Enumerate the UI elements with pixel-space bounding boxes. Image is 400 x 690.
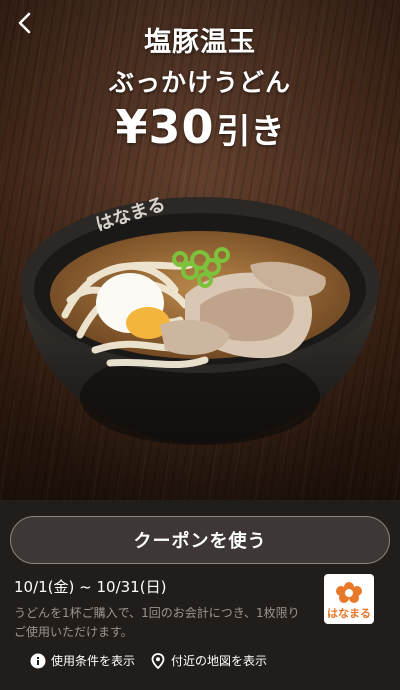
coupon-title-line1: 塩豚温玉: [144, 27, 256, 58]
validity-period: 10/1(金) ~ 10/31(日): [14, 578, 167, 596]
coupon-title-line2: ぶっかけうどん: [108, 68, 291, 97]
location-pin-icon: [150, 652, 166, 669]
coupon-screen: 塩豚温玉 ぶっかけうどん ¥30引き はなまる クーポンを使う 10/1(金) …: [0, 0, 400, 690]
discount-label: ¥30引き: [0, 100, 400, 154]
info-icon: [30, 653, 46, 669]
udon-bowl-image: はなまる: [0, 185, 400, 485]
show-map-link[interactable]: 付近の地図を表示: [150, 652, 267, 669]
discount-amount: ¥30: [115, 100, 215, 154]
show-terms-link[interactable]: 使用条件を表示: [30, 652, 135, 669]
show-map-label: 付近の地図を表示: [171, 654, 268, 668]
back-button[interactable]: [10, 10, 40, 40]
coupon-title: 塩豚温玉 ぶっかけうどん: [0, 20, 400, 99]
show-terms-label: 使用条件を表示: [51, 654, 136, 668]
brand-logo-text: はなまる: [327, 607, 371, 620]
chevron-left-icon: [17, 12, 33, 38]
use-coupon-button[interactable]: クーポンを使う: [10, 516, 390, 564]
coupon-description: うどんを1杯ご購入で、1回のお会計につき、1枚限りご使用いただけます。: [14, 606, 300, 639]
discount-suffix: 引き: [216, 112, 285, 152]
brand-logo: はなまる: [324, 574, 374, 624]
